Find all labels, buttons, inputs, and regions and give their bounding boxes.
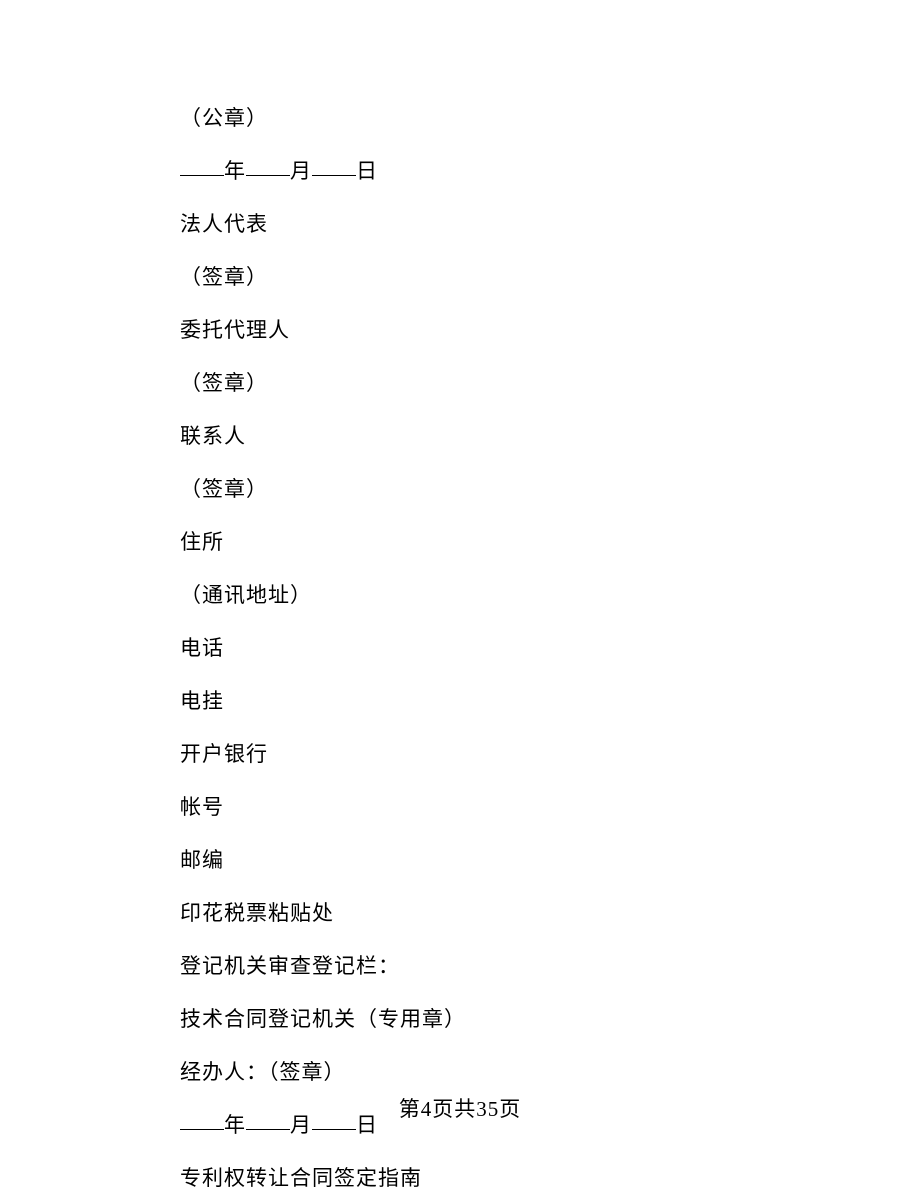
- line-16: 登记机关审查登记栏：: [180, 956, 820, 977]
- line-20: 专利权转让合同签定指南: [180, 1168, 820, 1189]
- line-2: 法人代表: [180, 214, 820, 235]
- blank-month: [246, 175, 290, 176]
- line-8: 住所: [180, 532, 820, 553]
- line-0: （公章）: [180, 108, 820, 129]
- line-15: 印花税票粘贴处: [180, 903, 820, 924]
- blank-year-2: [180, 1129, 224, 1130]
- label-year: 年: [224, 159, 246, 183]
- line-9: （通讯地址）: [180, 585, 820, 606]
- line-11: 电挂: [180, 691, 820, 712]
- blank-month-2: [246, 1129, 290, 1130]
- label-month: 月: [290, 159, 312, 183]
- line-7: （签章）: [180, 479, 820, 500]
- blank-day: [312, 175, 356, 176]
- line-5: （签章）: [180, 373, 820, 394]
- line-17: 技术合同登记机关（专用章）: [180, 1009, 820, 1030]
- line-14: 邮编: [180, 850, 820, 871]
- document-body: （公章） 年 月 日 法人代表 （签章） 委托代理人 （签章） 联系人 （签章） 住…: [0, 0, 920, 1189]
- line-13: 帐号: [180, 797, 820, 818]
- label-day: 日: [356, 159, 378, 183]
- blank-day-2: [312, 1129, 356, 1130]
- blank-year: [180, 175, 224, 176]
- line-18: 经办人：（签章）: [180, 1062, 820, 1083]
- line-3: （签章）: [180, 267, 820, 288]
- line-10: 电话: [180, 638, 820, 659]
- line-6: 联系人: [180, 426, 820, 447]
- line-4: 委托代理人: [180, 320, 820, 341]
- line-12: 开户银行: [180, 744, 820, 765]
- page-footer: 第4页共35页: [0, 1093, 920, 1123]
- line-1-date: 年月日: [180, 161, 820, 182]
